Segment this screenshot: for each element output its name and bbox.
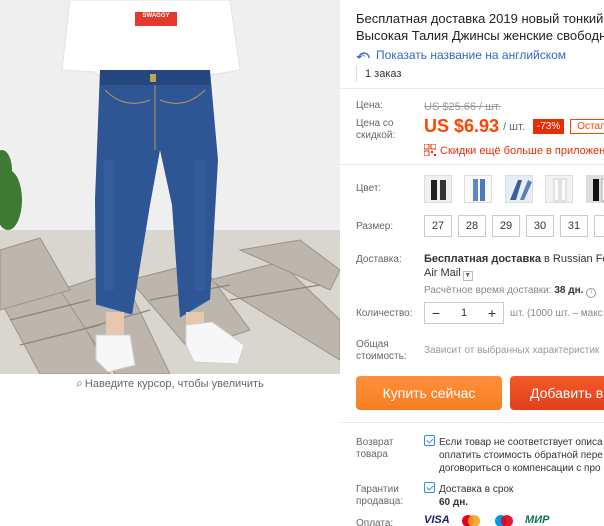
add-to-cart-button[interactable]: Добавить в [510, 376, 604, 410]
size-option-28[interactable]: 28 [458, 215, 486, 237]
discount-price-label: Цена со скидкой: [356, 118, 395, 142]
product-main-image[interactable]: SWAGGY [0, 0, 340, 374]
qr-code-icon [424, 144, 436, 156]
shield-check-icon [424, 435, 435, 446]
free-shipping-text: Бесплатная доставка [424, 253, 541, 265]
color-swatch-white[interactable] [545, 175, 574, 203]
shield-check-icon [424, 482, 435, 493]
swatch-image [586, 176, 604, 202]
price-unit: / шт. [503, 121, 525, 133]
color-swatch-black[interactable] [424, 175, 452, 203]
product-details-panel: Бесплатная доставка 2019 новый тонкий ка… [340, 0, 604, 526]
app-discount-row[interactable]: Скидки ещё больше в приложении [424, 141, 604, 159]
total-label-line: Общая [356, 339, 389, 350]
discount-price-label-line: скидкой: [356, 130, 396, 141]
translate-icon: A [356, 52, 370, 59]
buy-now-button[interactable]: Купить сейчас [356, 376, 502, 410]
seller-guarantee-label-line: Гарантии [356, 484, 399, 495]
return-policy-line: Если товар не соответствует описа [439, 437, 603, 448]
size-option-31[interactable]: 31 [560, 215, 588, 237]
payment-label: Оплата: [356, 518, 394, 526]
app-discount-text: Скидки ещё больше в приложении [440, 145, 604, 157]
size-option-32[interactable]: 3 [594, 215, 604, 237]
seller-guarantee: Доставка в срок 60 дн. [424, 482, 604, 509]
shipping-destination: в Russian Fede [544, 253, 604, 265]
discount-badge: -73% [532, 119, 565, 134]
product-title: Бесплатная доставка 2019 новый тонкий ка… [356, 10, 604, 44]
zoom-hint: ⌕ Наведите курсор, чтобы увеличить [0, 376, 340, 391]
old-price-row: US $25.66 / шт. [424, 97, 604, 115]
info-icon[interactable]: i [586, 288, 597, 298]
stock-left-badge: Остал [570, 119, 604, 134]
swatch-image [546, 176, 573, 202]
total-label-line: стоимость: [356, 351, 407, 362]
chevron-down-icon[interactable]: ▼ [462, 271, 473, 281]
swatch-image [465, 176, 492, 202]
payment-methods: VISA МИР [424, 512, 555, 526]
quantity-decrease-button[interactable]: − [427, 303, 445, 323]
price-label: Цена: [356, 100, 383, 111]
color-swatch-white-pattern[interactable] [504, 175, 533, 203]
seller-guarantee-label: Гарантии продавца: [356, 484, 403, 508]
product-title-line: Высокая Талия Джинсы женские свободны [356, 28, 604, 43]
on-time-delivery-days: 60 дн. [439, 497, 469, 508]
visa-logo: VISA [424, 513, 450, 526]
total-row: Зависит от выбранных характеристик [424, 340, 604, 358]
shipping-method: Air Mail [424, 267, 461, 279]
swatch-image [505, 176, 532, 202]
color-swatch-black-white[interactable] [585, 175, 604, 203]
shipping-info: Бесплатная доставка в Russian Fede Air M… [424, 252, 604, 298]
divider [340, 164, 604, 165]
quantity-increase-button[interactable]: + [483, 303, 501, 323]
quantity-limit-note: шт. (1000 шт. – макс [510, 307, 603, 319]
shirt-print-text: SWAGGY [142, 13, 170, 19]
size-options: 27 28 29 30 31 3 [424, 215, 604, 237]
divider [340, 422, 604, 423]
magnifier-icon: ⌕ [76, 376, 83, 390]
maestro-logo [494, 514, 513, 526]
current-price-row: US $6.93/ шт. -73% Остал [424, 116, 604, 137]
size-label: Размер: [356, 221, 394, 232]
mastercard-logo [462, 514, 481, 526]
quantity-row: − 1 + шт. (1000 шт. – макс [424, 302, 604, 324]
mir-logo: МИР [525, 513, 550, 526]
svg-text:A: A [361, 53, 365, 59]
return-policy: Если товар не соответствует описа оплати… [424, 435, 604, 475]
size-option-27[interactable]: 27 [424, 215, 452, 237]
quantity-stepper: − 1 + [424, 302, 504, 324]
delivery-time-label: Расчётное время доставки: [424, 285, 552, 296]
discount-price-label-line: Цена со [356, 118, 394, 129]
return-label-line: Возврат [356, 437, 394, 448]
color-swatch-light-blue[interactable] [464, 175, 493, 203]
product-title-line: Бесплатная доставка 2019 новый тонкий ка [356, 11, 604, 26]
seller-guarantee-label-line: продавца: [356, 496, 404, 507]
zoom-hint-text: Наведите курсор, чтобы увеличить [84, 378, 264, 390]
size-option-30[interactable]: 30 [526, 215, 554, 237]
color-swatches [424, 175, 604, 203]
quantity-label: Количество: [356, 308, 413, 319]
product-photo [0, 0, 340, 374]
quantity-input[interactable]: 1 [445, 303, 483, 323]
total-note: Зависит от выбранных характеристик [424, 345, 600, 356]
delivery-time-value: 38 дн. [554, 285, 584, 296]
translate-link-text: Показать название на английском [376, 48, 567, 62]
return-policy-line: оплатить стоимость обратной пере [439, 450, 603, 461]
divider [340, 88, 604, 89]
current-price: US $6.93 [424, 116, 500, 136]
size-option-29[interactable]: 29 [492, 215, 520, 237]
old-price: US $25.66 / шт. [424, 101, 501, 113]
return-policy-line: договориться о компенсации с про [439, 463, 601, 474]
on-time-delivery-text: Доставка в срок [439, 484, 514, 495]
shipping-method-select[interactable]: Air Mail ▼ [424, 266, 604, 281]
return-label-line: товара [356, 449, 388, 460]
return-label: Возврат товара [356, 437, 394, 461]
orders-count: 1 заказ [356, 66, 401, 82]
swatch-image [425, 176, 451, 202]
translate-title-link[interactable]: A Показать название на английском [356, 48, 604, 62]
color-label: Цвет: [356, 183, 382, 194]
shipping-label: Доставка: [356, 254, 402, 265]
total-label: Общая стоимость: [356, 339, 407, 363]
